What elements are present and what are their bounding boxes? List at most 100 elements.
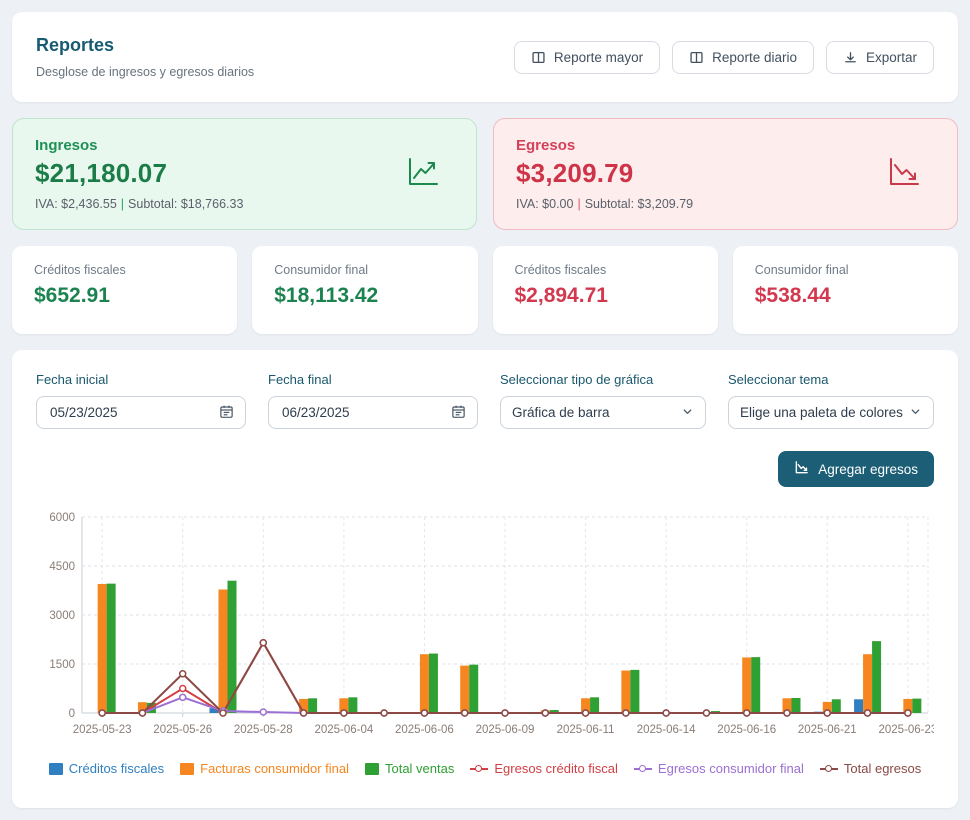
- line-marker: [824, 710, 830, 716]
- tipo-grafica-select[interactable]: Gráfica de barra: [500, 396, 706, 429]
- ingresos-amount: $21,180.07: [35, 158, 243, 189]
- reporte-diario-label: Reporte diario: [712, 50, 797, 65]
- legend-item-0[interactable]: Créditos fiscales: [49, 761, 164, 776]
- header-actions: Reporte mayor Reporte diario Exportar: [514, 41, 934, 74]
- trend-up-icon: [406, 156, 440, 193]
- fecha-inicial-input[interactable]: [48, 404, 202, 421]
- legend-line-icon: [634, 768, 652, 770]
- line-marker: [421, 710, 427, 716]
- line-marker: [784, 710, 790, 716]
- svg-text:0: 0: [69, 708, 75, 720]
- legend-item-3[interactable]: Egresos crédito fiscal: [470, 761, 618, 776]
- bar: [832, 699, 841, 713]
- book-icon: [531, 50, 546, 65]
- bar: [308, 698, 317, 713]
- legend-item-4[interactable]: Egresos consumidor final: [634, 761, 804, 776]
- header-card: Reportes Desglose de ingresos y egresos …: [12, 12, 958, 102]
- breakdown-label: Consumidor final: [274, 263, 455, 277]
- bar: [872, 641, 881, 713]
- separator: |: [573, 197, 584, 211]
- legend-label: Créditos fiscales: [69, 761, 164, 776]
- ingresos-detail: IVA: $2,436.55|Subtotal: $18,766.33: [35, 197, 243, 211]
- bar: [630, 670, 639, 713]
- summary-row: Ingresos $21,180.07 IVA: $2,436.55|Subto…: [12, 118, 958, 230]
- fecha-final-input[interactable]: [280, 404, 434, 421]
- bar: [590, 697, 599, 713]
- bar: [854, 699, 863, 713]
- line-marker: [381, 710, 387, 716]
- egresos-detail: IVA: $0.00|Subtotal: $3,209.79: [516, 197, 693, 211]
- breakdown-amount: $538.44: [755, 284, 936, 308]
- ingresos-card: Ingresos $21,180.07 IVA: $2,436.55|Subto…: [12, 118, 477, 230]
- agregar-egresos-button[interactable]: Agregar egresos: [778, 451, 934, 487]
- ingresos-text: Ingresos $21,180.07 IVA: $2,436.55|Subto…: [35, 137, 243, 211]
- bar: [751, 657, 760, 713]
- line-marker: [703, 710, 709, 716]
- filters-row: Fecha inicial Fecha final Seleccionar ti…: [36, 372, 934, 429]
- egresos-title: Egresos: [516, 137, 693, 154]
- line-marker: [260, 709, 266, 715]
- legend-label: Egresos crédito fiscal: [494, 761, 618, 776]
- line-marker: [623, 710, 629, 716]
- bar: [429, 654, 438, 713]
- bar: [219, 590, 228, 713]
- line-marker: [180, 694, 186, 700]
- tema-label: Seleccionar tema: [728, 372, 934, 387]
- header-text: Reportes Desglose de ingresos y egresos …: [36, 35, 254, 79]
- page-subtitle: Desglose de ingresos y egresos diarios: [36, 65, 254, 79]
- line-marker: [583, 710, 589, 716]
- svg-text:2025-06-09: 2025-06-09: [476, 724, 535, 736]
- reporte-mayor-button[interactable]: Reporte mayor: [514, 41, 660, 74]
- filter-fecha-inicial: Fecha inicial: [36, 372, 246, 429]
- chart-card: Fecha inicial Fecha final Seleccionar ti…: [12, 350, 958, 808]
- legend-item-5[interactable]: Total egresos: [820, 761, 921, 776]
- line-marker: [180, 671, 186, 677]
- breakdown-card-consumidor-egresos: Consumidor final $538.44: [733, 246, 958, 334]
- calendar-icon[interactable]: [451, 404, 466, 422]
- separator: |: [117, 197, 128, 211]
- breakdown-label: Créditos fiscales: [515, 263, 696, 277]
- tema-select[interactable]: Elige una paleta de colores: [728, 396, 934, 429]
- breakdown-amount: $652.91: [34, 284, 215, 308]
- bar: [742, 657, 751, 713]
- exportar-button[interactable]: Exportar: [826, 41, 934, 74]
- agregar-egresos-label: Agregar egresos: [818, 462, 918, 477]
- bar: [348, 697, 357, 713]
- legend-item-1[interactable]: Facturas consumidor final: [180, 761, 349, 776]
- reporte-mayor-label: Reporte mayor: [554, 50, 643, 65]
- legend-line-icon: [820, 768, 838, 770]
- legend-line-icon: [470, 768, 488, 770]
- svg-text:2025-06-04: 2025-06-04: [314, 724, 373, 736]
- fecha-inicial-field[interactable]: [36, 396, 246, 429]
- legend-item-2[interactable]: Total ventas: [365, 761, 454, 776]
- exportar-label: Exportar: [866, 50, 917, 65]
- reporte-diario-button[interactable]: Reporte diario: [672, 41, 814, 74]
- reports-page: Reportes Desglose de ingresos y egresos …: [0, 0, 970, 820]
- chart-legend: Créditos fiscales Facturas consumidor fin…: [36, 761, 934, 776]
- bar: [863, 654, 872, 713]
- page-title: Reportes: [36, 35, 254, 56]
- svg-text:4500: 4500: [49, 561, 75, 573]
- line-marker: [865, 710, 871, 716]
- fecha-final-field[interactable]: [268, 396, 478, 429]
- legend-swatch-icon: [49, 763, 63, 775]
- egresos-amount: $3,209.79: [516, 158, 693, 189]
- breakdown-card-creditos-ingresos: Créditos fiscales $652.91: [12, 246, 237, 334]
- filter-fecha-final: Fecha final: [268, 372, 478, 429]
- svg-text:6000: 6000: [49, 512, 75, 524]
- tipo-grafica-value: Gráfica de barra: [512, 405, 610, 420]
- egresos-subtotal: Subtotal: $3,209.79: [585, 197, 693, 211]
- svg-text:2025-06-14: 2025-06-14: [637, 724, 696, 736]
- report-chart: 015003000450060002025-05-232025-05-26202…: [36, 505, 934, 751]
- svg-text:2025-06-06: 2025-06-06: [395, 724, 454, 736]
- tema-value: Elige una paleta de colores: [740, 405, 903, 420]
- line-marker: [462, 710, 468, 716]
- calendar-icon[interactable]: [219, 404, 234, 422]
- svg-text:2025-06-11: 2025-06-11: [557, 724, 615, 736]
- svg-text:2025-06-16: 2025-06-16: [717, 724, 776, 736]
- svg-text:1500: 1500: [49, 659, 75, 671]
- x-axis-labels: 2025-05-232025-05-262025-05-282025-06-04…: [73, 724, 934, 736]
- bar: [912, 699, 921, 713]
- svg-text:2025-05-28: 2025-05-28: [234, 724, 293, 736]
- svg-text:3000: 3000: [49, 610, 75, 622]
